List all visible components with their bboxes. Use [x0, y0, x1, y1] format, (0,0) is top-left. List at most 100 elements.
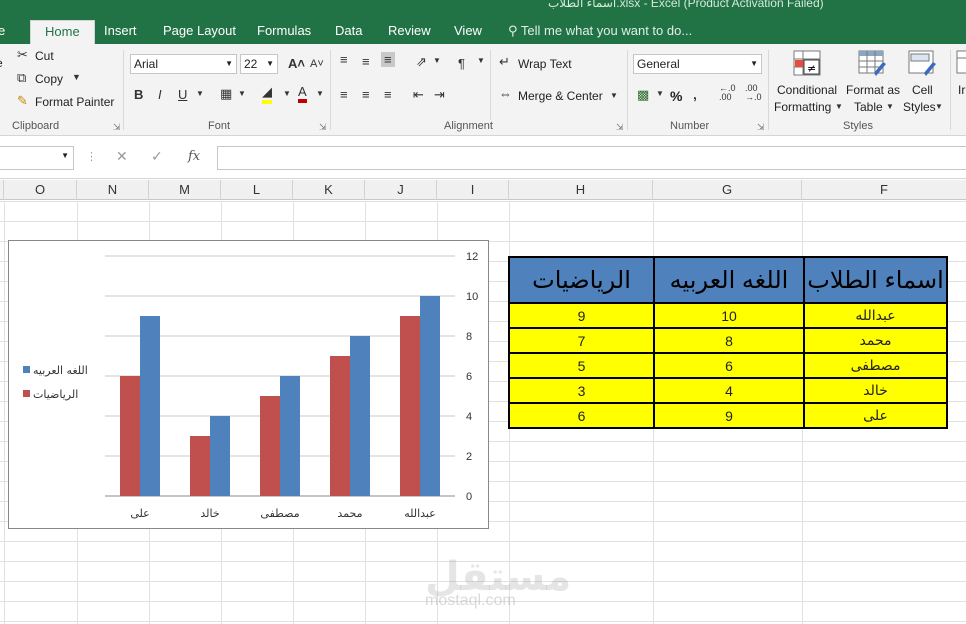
table-cell[interactable]: خالد — [803, 377, 948, 404]
align-right-icon[interactable]: ≡ — [384, 87, 392, 102]
tab-view[interactable]: View — [454, 20, 482, 44]
increase-indent-icon[interactable]: ⇥ — [434, 87, 445, 103]
column-header-K[interactable]: K — [293, 180, 365, 200]
align-left-icon[interactable]: ≡ — [340, 87, 348, 102]
cell-styles-icon[interactable] — [908, 49, 938, 77]
text-direction-icon[interactable]: ¶ — [458, 56, 465, 71]
enter-icon[interactable]: ✓ — [151, 148, 163, 165]
borders-icon[interactable]: ▦ — [220, 86, 232, 102]
format-as-table-label-2[interactable]: Table — [854, 100, 883, 114]
tab-review[interactable]: Review — [388, 20, 431, 44]
table-cell[interactable]: 4 — [653, 377, 805, 404]
dialog-launcher-icon[interactable]: ⇲ — [757, 122, 765, 133]
font-color-icon[interactable]: A — [298, 84, 307, 103]
format-as-table-label[interactable]: Format as — [846, 83, 900, 97]
chevron-down-icon[interactable]: ▼ — [283, 89, 291, 98]
merge-center-button[interactable]: Merge & Center — [518, 89, 603, 103]
table-cell[interactable]: 5 — [508, 352, 655, 379]
format-as-table-icon[interactable] — [858, 49, 888, 77]
table-cell[interactable]: 6 — [508, 402, 655, 429]
column-header-M[interactable]: M — [149, 180, 221, 200]
formula-input[interactable] — [217, 146, 966, 170]
tab-page-layout[interactable]: Page Layout — [163, 20, 236, 44]
decrease-indent-icon[interactable]: ⇤ — [413, 87, 424, 103]
wrap-text-button[interactable]: Wrap Text — [518, 57, 572, 71]
cell-styles-label[interactable]: Cell — [912, 83, 933, 97]
table-cell[interactable]: على — [803, 402, 948, 429]
align-bottom-icon[interactable]: ≡ — [381, 52, 395, 67]
chevron-down-icon[interactable]: ▼ — [886, 102, 894, 111]
chevron-down-icon[interactable]: ▼ — [433, 56, 441, 65]
comma-style-icon[interactable]: ‚ — [693, 86, 697, 102]
increase-font-icon[interactable]: A˄ — [288, 56, 305, 71]
chevron-down-icon[interactable]: ▼ — [477, 56, 485, 65]
insert-function-button[interactable]: fx — [188, 149, 200, 164]
italic-icon[interactable]: I — [158, 87, 162, 102]
underline-icon[interactable]: U — [178, 87, 187, 102]
dialog-launcher-icon[interactable]: ⇲ — [616, 122, 624, 133]
column-header-L[interactable]: L — [221, 180, 293, 200]
chevron-down-icon[interactable]: ▼ — [196, 89, 204, 98]
align-top-icon[interactable]: ≡ — [340, 52, 348, 67]
name-box[interactable]: ▼ — [0, 146, 74, 170]
align-middle-icon[interactable]: ≡ — [362, 54, 370, 69]
dialog-launcher-icon[interactable]: ⇲ — [113, 122, 121, 133]
dialog-launcher-icon[interactable]: ⇲ — [319, 122, 327, 133]
tab-data[interactable]: Data — [335, 20, 362, 44]
file-tab-partial[interactable]: e — [0, 20, 5, 44]
table-cell[interactable]: مصطفى — [803, 352, 948, 379]
table-cell[interactable]: 9 — [653, 402, 805, 429]
column-header-J[interactable]: J — [365, 180, 437, 200]
table-cell[interactable]: محمد — [803, 327, 948, 354]
cancel-icon[interactable]: ✕ — [116, 148, 128, 165]
column-header-H[interactable]: H — [509, 180, 653, 200]
cell-styles-label-2[interactable]: Styles — [903, 100, 936, 114]
conditional-formatting-icon[interactable]: ≠ — [793, 49, 821, 77]
fill-color-icon[interactable]: ◢ — [262, 84, 272, 104]
chevron-down-icon[interactable]: ▼ — [935, 102, 943, 111]
align-center-icon[interactable]: ≡ — [362, 87, 370, 102]
table-cell[interactable]: 7 — [508, 327, 655, 354]
tab-insert[interactable]: Insert — [104, 20, 137, 44]
chevron-down-icon[interactable]: ▼ — [316, 89, 324, 98]
tab-formulas[interactable]: Formulas — [257, 20, 311, 44]
chevron-down-icon[interactable]: ▼ — [656, 89, 664, 98]
font-size-select[interactable]: 22 ▼ — [240, 54, 278, 74]
table-cell[interactable]: 3 — [508, 377, 655, 404]
currency-icon[interactable]: ▩ — [637, 87, 649, 103]
insert-cells-icon[interactable] — [956, 49, 966, 77]
cut-button[interactable]: Cut — [35, 49, 54, 63]
header-student-names[interactable]: اسماء الطلاب — [803, 256, 948, 304]
insert-button-partial[interactable]: Ir — [958, 83, 965, 97]
chevron-down-icon[interactable]: ▼ — [72, 72, 81, 82]
font-name-select[interactable]: Arial ▼ — [130, 54, 237, 74]
column-header-F[interactable]: F — [802, 180, 966, 200]
conditional-formatting-label[interactable]: Conditional — [777, 83, 837, 97]
column-header-G[interactable]: G — [653, 180, 802, 200]
paste-button-partial[interactable]: e — [0, 56, 3, 70]
copy-button[interactable]: Copy — [35, 72, 63, 86]
table-cell[interactable]: عبدالله — [803, 302, 948, 329]
tab-home[interactable]: Home — [30, 20, 95, 44]
table-cell[interactable]: 9 — [508, 302, 655, 329]
table-cell[interactable]: 8 — [653, 327, 805, 354]
conditional-formatting-label-2[interactable]: Formatting — [774, 100, 831, 114]
table-cell[interactable]: 6 — [653, 352, 805, 379]
table-cell[interactable]: 10 — [653, 302, 805, 329]
bar-chart[interactable]: 0 2 4 6 8 10 12 على خالد مصطفى محمد عبدالله اللغه ال… — [8, 240, 489, 529]
chevron-down-icon[interactable]: ▼ — [610, 91, 618, 100]
column-header-O[interactable]: O — [4, 180, 77, 200]
percent-button[interactable]: % — [670, 88, 682, 104]
bold-icon[interactable]: B — [134, 87, 143, 102]
increase-decimal-icon[interactable]: ←.0.00 — [719, 84, 736, 102]
number-format-select[interactable]: General ▼ — [633, 54, 762, 74]
column-header-N[interactable]: N — [77, 180, 149, 200]
header-arabic[interactable]: اللغه العربيه — [653, 256, 805, 304]
chevron-down-icon[interactable]: ▼ — [835, 102, 843, 111]
tell-me-search[interactable]: ⚲ Tell me what you want to do... — [508, 20, 692, 44]
chevron-down-icon[interactable]: ▼ — [238, 89, 246, 98]
decrease-decimal-icon[interactable]: .00 →.0 — [745, 84, 762, 102]
decrease-font-icon[interactable]: A˅ — [310, 58, 324, 70]
format-painter-button[interactable]: Format Painter — [35, 95, 114, 109]
orientation-icon[interactable]: ⇗ — [416, 54, 427, 70]
